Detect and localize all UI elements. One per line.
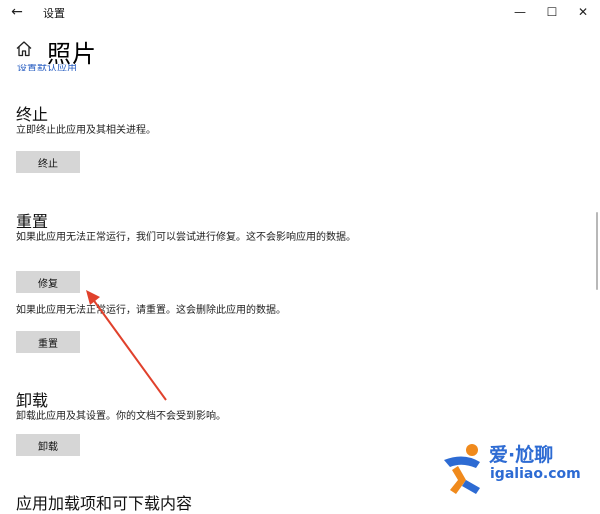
watermark-url: igaliao.com xyxy=(490,466,581,482)
watermark: 爱·尬聊 igaliao.com xyxy=(436,440,596,498)
annotation-arrow xyxy=(86,290,167,401)
watermark-logo xyxy=(444,444,480,494)
watermark-brand: 爱·尬聊 xyxy=(489,444,554,466)
